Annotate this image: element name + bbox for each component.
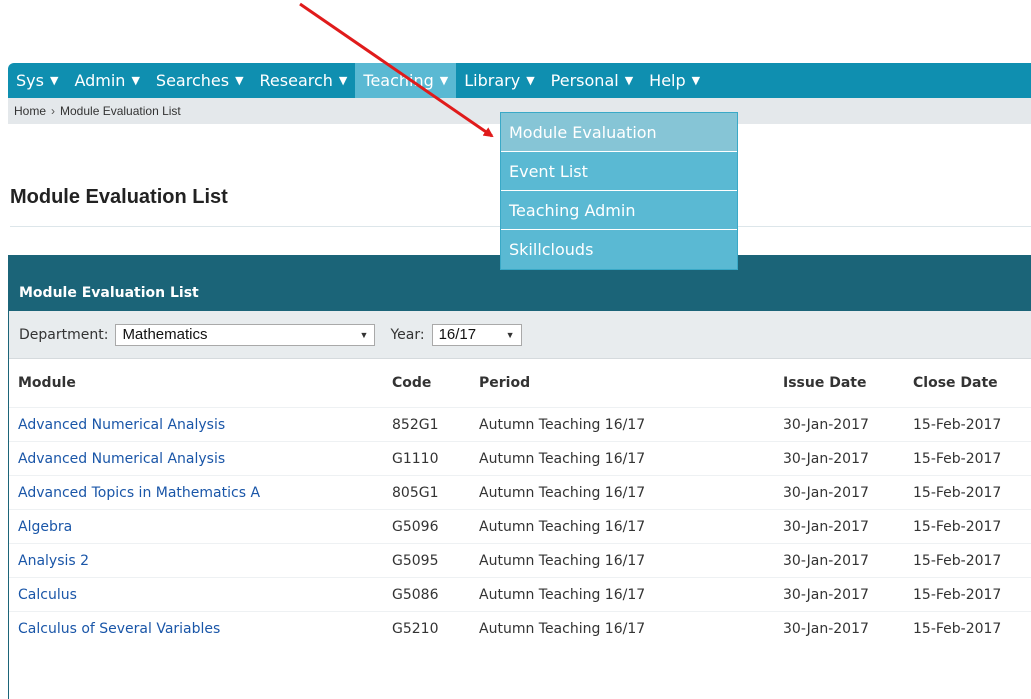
cell-issue: 30-Jan-2017	[774, 611, 904, 645]
cell-period: Autumn Teaching 16/17	[470, 611, 774, 645]
cell-period: Autumn Teaching 16/17	[470, 441, 774, 476]
cell-close: 15-Feb-2017	[904, 509, 1031, 544]
table-row: Calculus G5086 Autumn Teaching 16/17 30-Jan…	[9, 577, 1031, 612]
nav-item-label: Personal	[550, 71, 619, 90]
column-header-code[interactable]: Code	[383, 359, 470, 408]
cell-issue: 30-Jan-2017	[774, 475, 904, 510]
cell-issue: 30-Jan-2017	[774, 577, 904, 612]
breadcrumb-home-link[interactable]: Home	[14, 104, 46, 118]
nav-item-label: Library	[464, 71, 521, 90]
cell-code: G5095	[383, 543, 470, 578]
cell-close: 15-Feb-2017	[904, 441, 1031, 476]
menu-item-event-list[interactable]: Event List	[501, 152, 737, 191]
cell-code: G1110	[383, 441, 470, 476]
cell-code: 852G1	[383, 407, 470, 442]
cell-issue: 30-Jan-2017	[774, 441, 904, 476]
nav-item-personal[interactable]: Personal ▼	[543, 63, 641, 98]
department-select-value: Mathematics	[122, 326, 208, 343]
cell-issue: 30-Jan-2017	[774, 407, 904, 442]
nav-item-research[interactable]: Research ▼	[252, 63, 356, 98]
table-row: Algebra G5096 Autumn Teaching 16/17 30-Jan-…	[9, 509, 1031, 544]
chevron-down-icon: ▼	[49, 74, 59, 87]
nav-item-searches[interactable]: Searches ▼	[148, 63, 252, 98]
chevron-down-icon: ▼	[505, 329, 515, 340]
cell-close: 15-Feb-2017	[904, 407, 1031, 442]
main-nav-bar: Sys ▼ Admin ▼ Searches ▼ Research ▼ Teaching ▼ Lib…	[8, 63, 1031, 98]
column-header-module[interactable]: Module	[9, 359, 383, 408]
column-header-issue-date[interactable]: Issue Date	[774, 359, 904, 408]
cell-code: G5096	[383, 509, 470, 544]
department-select[interactable]: Mathematics ▼	[115, 323, 376, 346]
nav-item-library[interactable]: Library ▼	[456, 63, 542, 98]
table-body: Advanced Numerical Analysis 852G1 Autumn T…	[9, 407, 1031, 645]
cell-code: G5210	[383, 611, 470, 645]
module-link[interactable]: Advanced Numerical Analysis	[9, 407, 383, 442]
menu-item-teaching-admin[interactable]: Teaching Admin	[501, 191, 737, 230]
cell-code: 805G1	[383, 475, 470, 510]
nav-item-label: Research	[259, 71, 333, 90]
table-row: Advanced Numerical Analysis G1110 Autumn T…	[9, 441, 1031, 476]
nav-item-label: Searches	[155, 71, 230, 90]
teaching-dropdown-menu: Module Evaluation Event List Teaching Admi…	[500, 112, 738, 270]
filter-bar: Department: Mathematics ▼ Year: 16/17 ▼	[9, 311, 1031, 359]
nav-item-label: Help	[649, 71, 686, 90]
breadcrumb-separator: ›	[51, 104, 56, 118]
chevron-down-icon: ▼	[691, 74, 701, 87]
table-row: Analysis 2 G5095 Autumn Teaching 16/17 30-J…	[9, 543, 1031, 578]
cell-code: G5086	[383, 577, 470, 612]
chevron-down-icon: ▼	[526, 74, 535, 87]
module-link[interactable]: Calculus	[9, 577, 383, 612]
chevron-down-icon: ▼	[359, 329, 369, 340]
year-label: Year:	[390, 326, 425, 343]
year-select[interactable]: 16/17 ▼	[431, 323, 522, 346]
module-evaluation-table: Module Code Period Issue Date Close Date Adv…	[9, 359, 1031, 645]
cell-issue: 30-Jan-2017	[774, 509, 904, 544]
menu-item-module-evaluation[interactable]: Module Evaluation	[501, 113, 737, 152]
column-header-period[interactable]: Period	[470, 359, 774, 408]
cell-close: 15-Feb-2017	[904, 475, 1031, 510]
cell-period: Autumn Teaching 16/17	[470, 577, 774, 612]
nav-item-teaching[interactable]: Teaching ▼	[355, 63, 457, 98]
cell-period: Autumn Teaching 16/17	[470, 475, 774, 510]
module-link[interactable]: Algebra	[9, 509, 383, 544]
cell-period: Autumn Teaching 16/17	[470, 543, 774, 578]
chevron-down-icon: ▼	[235, 74, 244, 87]
module-link[interactable]: Advanced Numerical Analysis	[9, 441, 383, 476]
year-select-value: 16/17	[438, 326, 477, 343]
panel-title: Module Evaluation List	[19, 285, 199, 301]
cell-close: 15-Feb-2017	[904, 577, 1031, 612]
page-title: Module Evaluation List	[10, 186, 228, 208]
column-header-close-date[interactable]: Close Date	[904, 359, 1031, 408]
nav-item-label: Admin	[74, 71, 126, 90]
nav-item-label: Sys	[16, 71, 44, 90]
breadcrumb-current: Module Evaluation List	[60, 104, 181, 118]
chevron-down-icon: ▼	[439, 74, 449, 87]
chevron-down-icon: ▼	[131, 74, 140, 87]
module-link[interactable]: Analysis 2	[9, 543, 383, 578]
module-link[interactable]: Advanced Topics in Mathematics A	[9, 475, 383, 510]
nav-item-sys[interactable]: Sys ▼	[8, 63, 66, 98]
table-row: Calculus of Several Variables G5210 Autumn…	[9, 611, 1031, 645]
cell-close: 15-Feb-2017	[904, 543, 1031, 578]
cell-close: 15-Feb-2017	[904, 611, 1031, 645]
table-row: Advanced Numerical Analysis 852G1 Autumn T…	[9, 407, 1031, 442]
chevron-down-icon: ▼	[624, 74, 634, 87]
page-root: Sys ▼ Admin ▼ Searches ▼ Research ▼ Teaching ▼ Lib…	[0, 0, 1031, 699]
nav-item-admin[interactable]: Admin ▼	[66, 63, 147, 98]
nav-item-help[interactable]: Help ▼	[641, 63, 708, 98]
menu-item-skillclouds[interactable]: Skillclouds	[501, 230, 737, 269]
module-link[interactable]: Calculus of Several Variables	[9, 611, 383, 645]
nav-item-label: Teaching	[363, 71, 434, 90]
chevron-down-icon: ▼	[338, 74, 348, 87]
cell-period: Autumn Teaching 16/17	[470, 407, 774, 442]
cell-period: Autumn Teaching 16/17	[470, 509, 774, 544]
cell-issue: 30-Jan-2017	[774, 543, 904, 578]
table-row: Advanced Topics in Mathematics A 805G1 Aut…	[9, 475, 1031, 510]
module-evaluation-panel: Module Evaluation List Department: Mathe…	[8, 255, 1031, 699]
department-label: Department:	[19, 326, 109, 343]
table-header-row: Module Code Period Issue Date Close Date	[9, 359, 1031, 408]
